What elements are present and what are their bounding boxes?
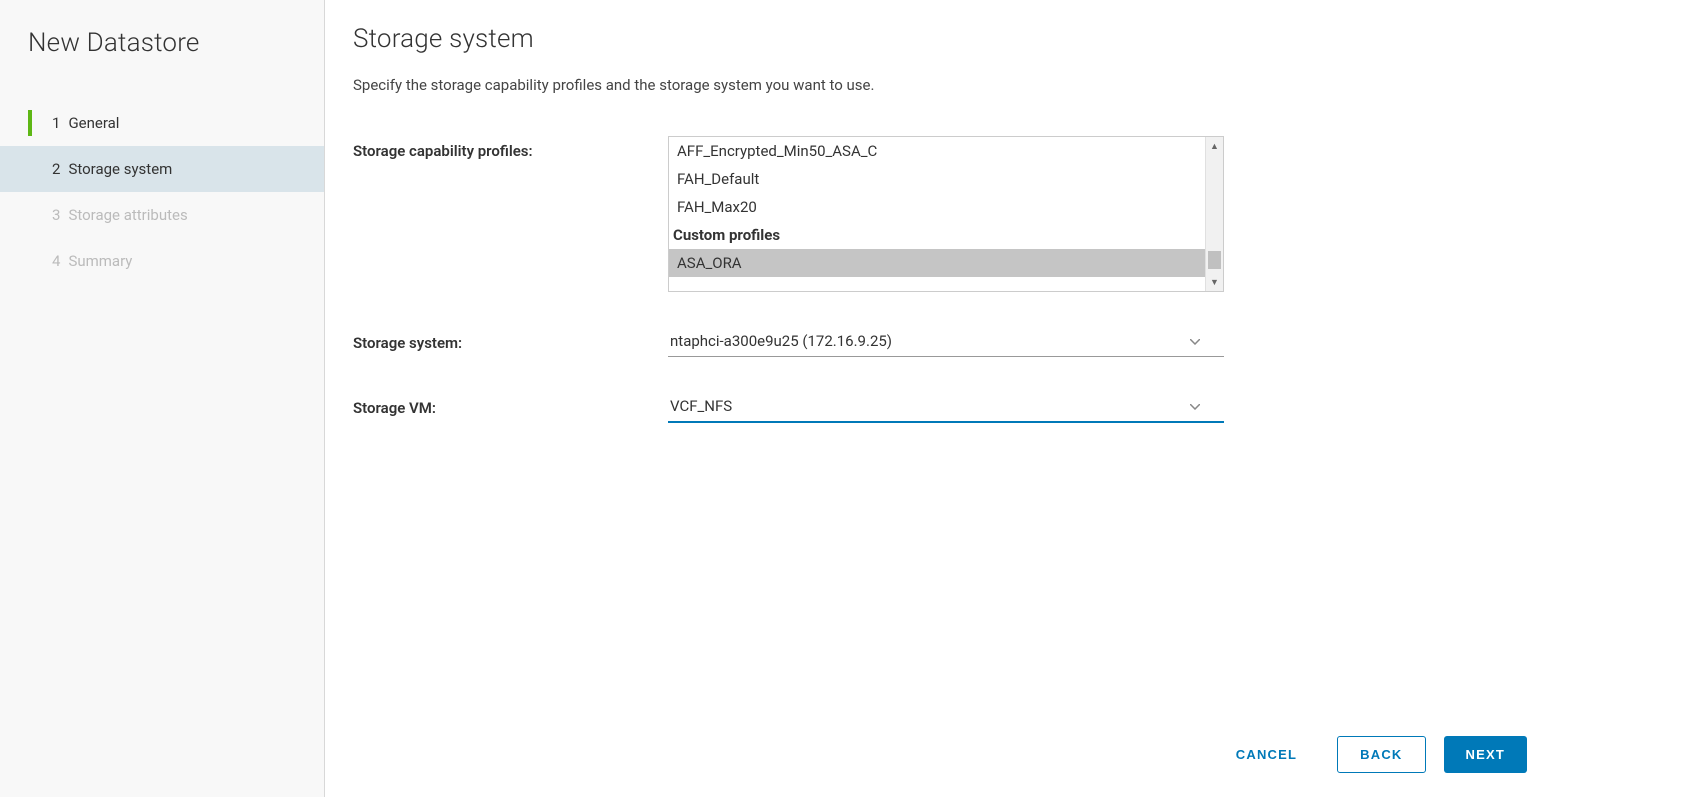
wizard-sidebar: New Datastore 1 General 2 Storage system 3… (0, 0, 325, 797)
wizard-main: Storage system Specify the storage capab… (325, 0, 1707, 797)
cancel-button[interactable]: CANCEL (1214, 736, 1319, 773)
step-storage-attributes: 3 Storage attributes (0, 192, 324, 238)
step-label: Storage attributes (68, 206, 187, 224)
profiles-listbox[interactable]: AFF_Encrypted_Min50_ASA_C FAH_Default FA… (668, 136, 1224, 292)
profile-option-selected[interactable]: ASA_ORA (669, 249, 1205, 277)
wizard-title: New Datastore (0, 28, 324, 58)
profile-option[interactable]: FAH_Default (669, 165, 1205, 193)
profile-group-header: Custom profiles (669, 221, 1205, 249)
step-storage-system[interactable]: 2 Storage system (0, 146, 324, 192)
field-storage-system: Storage system: ntaphci-a300e9u25 (172.1… (353, 328, 1667, 357)
profile-option[interactable]: FAH_Max20 (669, 193, 1205, 221)
profiles-label: Storage capability profiles: (353, 136, 668, 160)
step-general[interactable]: 1 General (0, 100, 324, 146)
profiles-listbox-content: AFF_Encrypted_Min50_ASA_C FAH_Default FA… (669, 137, 1205, 291)
scroll-up-icon[interactable]: ▲ (1206, 137, 1223, 155)
step-number: 1 (52, 114, 60, 132)
scroll-thumb[interactable] (1208, 251, 1221, 269)
step-label: Storage system (68, 160, 172, 178)
back-button[interactable]: BACK (1337, 736, 1425, 773)
step-number: 3 (52, 206, 60, 224)
field-storage-vm: Storage VM: VCF_NFS (353, 393, 1667, 423)
scroll-down-icon[interactable]: ▼ (1206, 273, 1223, 291)
page-title: Storage system (353, 24, 1667, 54)
field-storage-capability-profiles: Storage capability profiles: AFF_Encrypt… (353, 136, 1667, 292)
profiles-scrollbar[interactable]: ▲ ▼ (1205, 137, 1223, 291)
step-label: Summary (68, 252, 132, 270)
vm-label: Storage VM: (353, 393, 668, 417)
step-number: 4 (52, 252, 60, 270)
storage-vm-dropdown[interactable]: VCF_NFS (668, 393, 1224, 423)
step-number: 2 (52, 160, 60, 178)
wizard-steps: 1 General 2 Storage system 3 Storage attrib… (0, 100, 324, 284)
system-label: Storage system: (353, 328, 668, 352)
page-description: Specify the storage capability profiles … (353, 76, 1667, 94)
step-label: General (68, 114, 119, 132)
storage-system-value: ntaphci-a300e9u25 (172.16.9.25) (670, 332, 892, 350)
next-button[interactable]: NEXT (1444, 736, 1527, 773)
chevron-down-icon (1190, 333, 1200, 349)
profile-option[interactable]: AFF_Encrypted_Min50_ASA_C (669, 137, 1205, 165)
step-summary: 4 Summary (0, 238, 324, 284)
storage-vm-value: VCF_NFS (670, 397, 732, 415)
wizard-footer: CANCEL BACK NEXT (353, 716, 1667, 773)
storage-system-dropdown[interactable]: ntaphci-a300e9u25 (172.16.9.25) (668, 328, 1224, 357)
chevron-down-icon (1190, 398, 1200, 414)
